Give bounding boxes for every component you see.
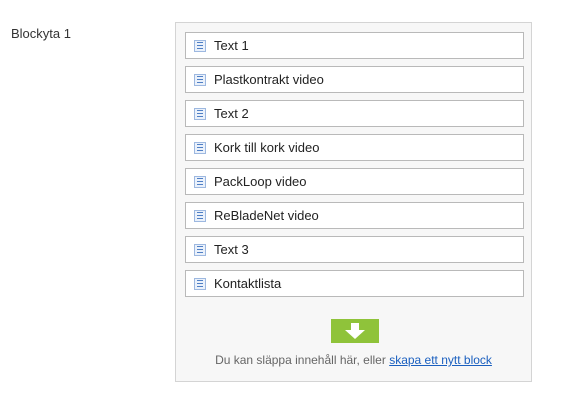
- block-icon: [194, 209, 206, 222]
- block-item[interactable]: Plastkontrakt video: [185, 66, 524, 93]
- block-icon: [194, 107, 206, 120]
- block-item[interactable]: Kontaktlista: [185, 270, 524, 297]
- drop-zone[interactable]: Du kan släppa innehåll här, eller skapa …: [176, 315, 531, 381]
- block-item[interactable]: Kork till kork video: [185, 134, 524, 161]
- block-item[interactable]: Text 2: [185, 100, 524, 127]
- block-icon: [194, 39, 206, 52]
- block-icon: [194, 175, 206, 188]
- block-icon: [194, 73, 206, 86]
- block-label: Kork till kork video: [214, 140, 320, 155]
- block-list: Text 1 Plastkontrakt video Text 2 Kork t…: [185, 32, 524, 304]
- block-label: Text 1: [214, 38, 249, 53]
- block-icon: [194, 141, 206, 154]
- block-item[interactable]: ReBladeNet video: [185, 202, 524, 229]
- drop-zone-text: Du kan släppa innehåll här, eller skapa …: [176, 353, 531, 367]
- block-label: Text 3: [214, 242, 249, 257]
- drop-button[interactable]: [331, 319, 379, 343]
- arrow-down-icon: [345, 323, 365, 339]
- block-label: ReBladeNet video: [214, 208, 319, 223]
- block-icon: [194, 277, 206, 290]
- block-label: Text 2: [214, 106, 249, 121]
- content-area: Text 1 Plastkontrakt video Text 2 Kork t…: [175, 22, 532, 382]
- block-label: Plastkontrakt video: [214, 72, 324, 87]
- field-label: Blockyta 1: [11, 26, 71, 41]
- block-item[interactable]: PackLoop video: [185, 168, 524, 195]
- block-label: PackLoop video: [214, 174, 307, 189]
- drop-zone-message: Du kan släppa innehåll här, eller: [215, 353, 386, 367]
- page: Blockyta 1 Text 1 Plastkontrakt video Te…: [0, 0, 570, 403]
- block-item[interactable]: Text 3: [185, 236, 524, 263]
- block-icon: [194, 243, 206, 256]
- create-new-block-link[interactable]: skapa ett nytt block: [389, 353, 492, 367]
- block-label: Kontaktlista: [214, 276, 282, 291]
- block-item[interactable]: Text 1: [185, 32, 524, 59]
